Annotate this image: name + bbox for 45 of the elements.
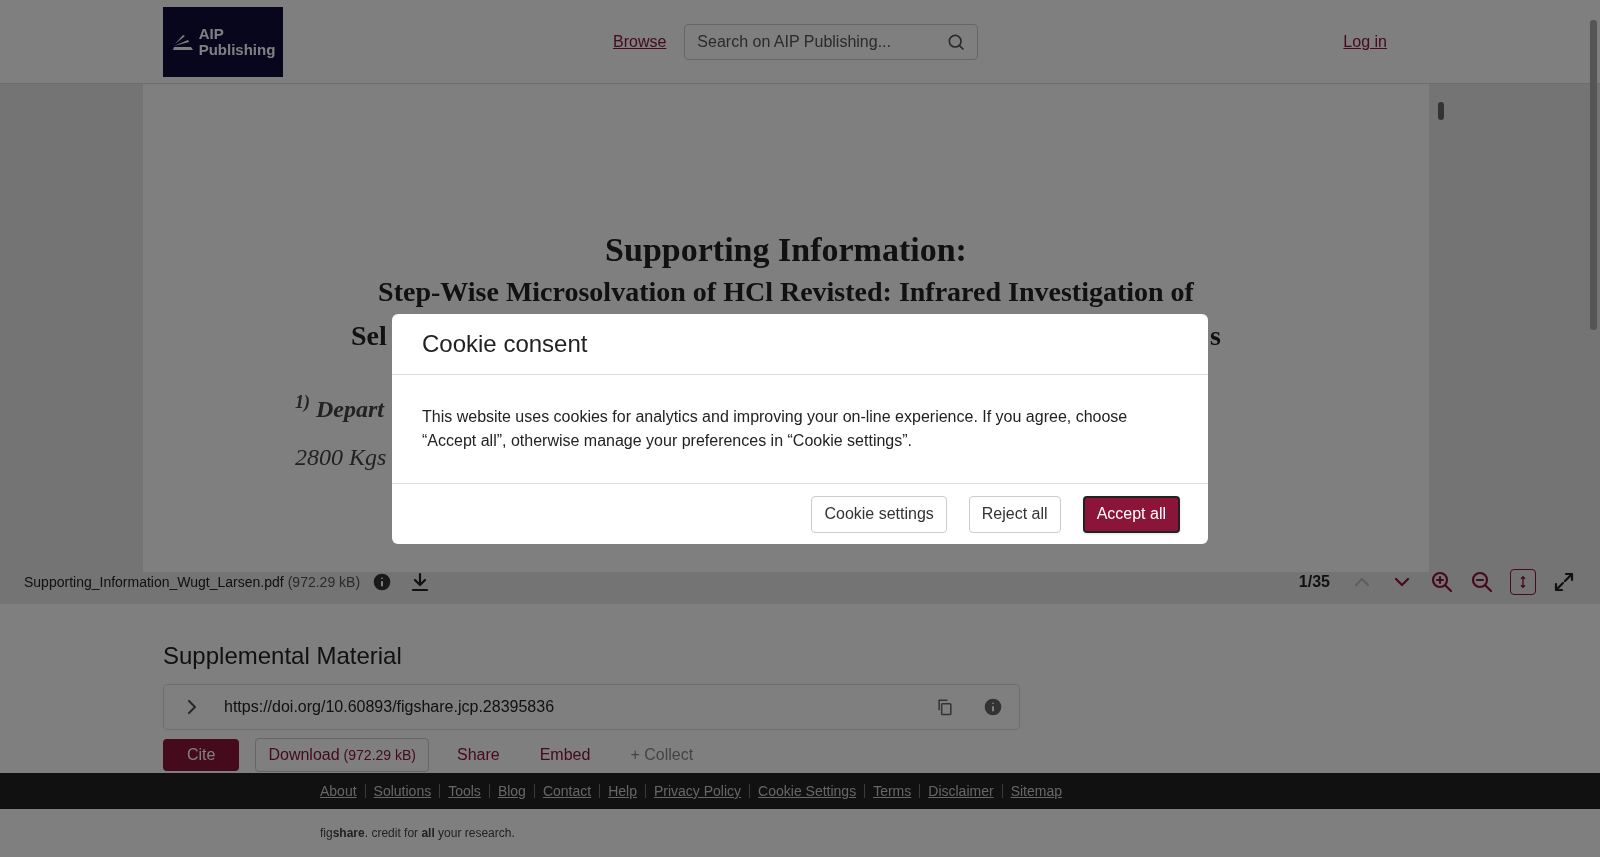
page-counter: 1/35 <box>1298 572 1330 592</box>
dialog-button[interactable]: Cookie settings <box>811 495 947 533</box>
footer-link[interactable]: Sitemap <box>1010 781 1062 801</box>
file-size: (972.29 kB) <box>287 573 361 592</box>
dialog-title: Cookie consent <box>422 329 588 359</box>
login-link[interactable]: Log in <box>1343 29 1387 54</box>
author-affiliation: $^{1)}$ Depart <box>295 391 386 424</box>
section-heading: Supplemental Material <box>163 641 403 671</box>
document-subtitle: Step-Wise Microsolvation of HCl Revisted: Infrared Investigation of <box>378 275 1194 309</box>
footer-link[interactable]: Help <box>608 781 637 801</box>
file-name: Supporting_Information_Wugt_Larsen.pdf <box>24 573 284 592</box>
zoom-out-icon[interactable] <box>1470 570 1494 594</box>
footer-link[interactable]: Tools <box>448 781 481 801</box>
fullscreen-icon[interactable] <box>1552 570 1576 594</box>
search-field[interactable]: Search on AIP Publishing... <box>684 23 979 60</box>
browse-link[interactable]: Browse <box>613 29 667 54</box>
footer-link[interactable]: Blog <box>497 781 526 801</box>
dialog-message: This website uses cookies for analytics and improving your on-line experience. If you agree, choose “Accept all”, otherwise manage your preferences in “Cookie settings”. <box>422 407 1129 451</box>
dialog-button[interactable]: Accept all <box>1082 495 1180 533</box>
info-icon[interactable] <box>372 572 393 592</box>
dialog-button[interactable]: Reject all <box>968 495 1061 533</box>
logo[interactable]: AIP Publishing <box>163 6 283 77</box>
footer-link[interactable]: Disclaimer <box>928 781 994 801</box>
action-button[interactable]: Download (972.29 kB) <box>255 738 429 772</box>
action-button[interactable]: + Collect <box>618 739 706 771</box>
copy-icon[interactable] <box>935 697 955 717</box>
address-text: 2800 Kgs <box>295 443 387 472</box>
action-button[interactable]: Share <box>445 739 512 771</box>
footer-link[interactable]: About <box>320 781 357 801</box>
footer-link[interactable]: Privacy Policy <box>653 781 742 801</box>
footer-link[interactable]: Contact <box>542 781 592 801</box>
action-button[interactable]: Cite <box>163 739 240 771</box>
footer-link[interactable]: Cookie Settings <box>758 781 857 801</box>
zoom-in-icon[interactable] <box>1430 570 1454 594</box>
info-icon[interactable] <box>983 697 1003 717</box>
tagline: figshare. credit for all your research. <box>320 826 515 840</box>
document-subtitle-end: s <box>1210 319 1221 353</box>
action-button[interactable]: Embed <box>527 739 603 771</box>
document-subtitle-start: Sel <box>351 319 387 353</box>
document-title: Supporting Information: <box>605 230 967 270</box>
footer-link[interactable]: Solutions <box>373 781 432 801</box>
logo-text: Publishing <box>198 41 276 58</box>
fit-page-button[interactable] <box>1510 569 1536 595</box>
footer-link[interactable]: Terms <box>873 781 912 801</box>
logo-text: AIP <box>198 25 225 42</box>
